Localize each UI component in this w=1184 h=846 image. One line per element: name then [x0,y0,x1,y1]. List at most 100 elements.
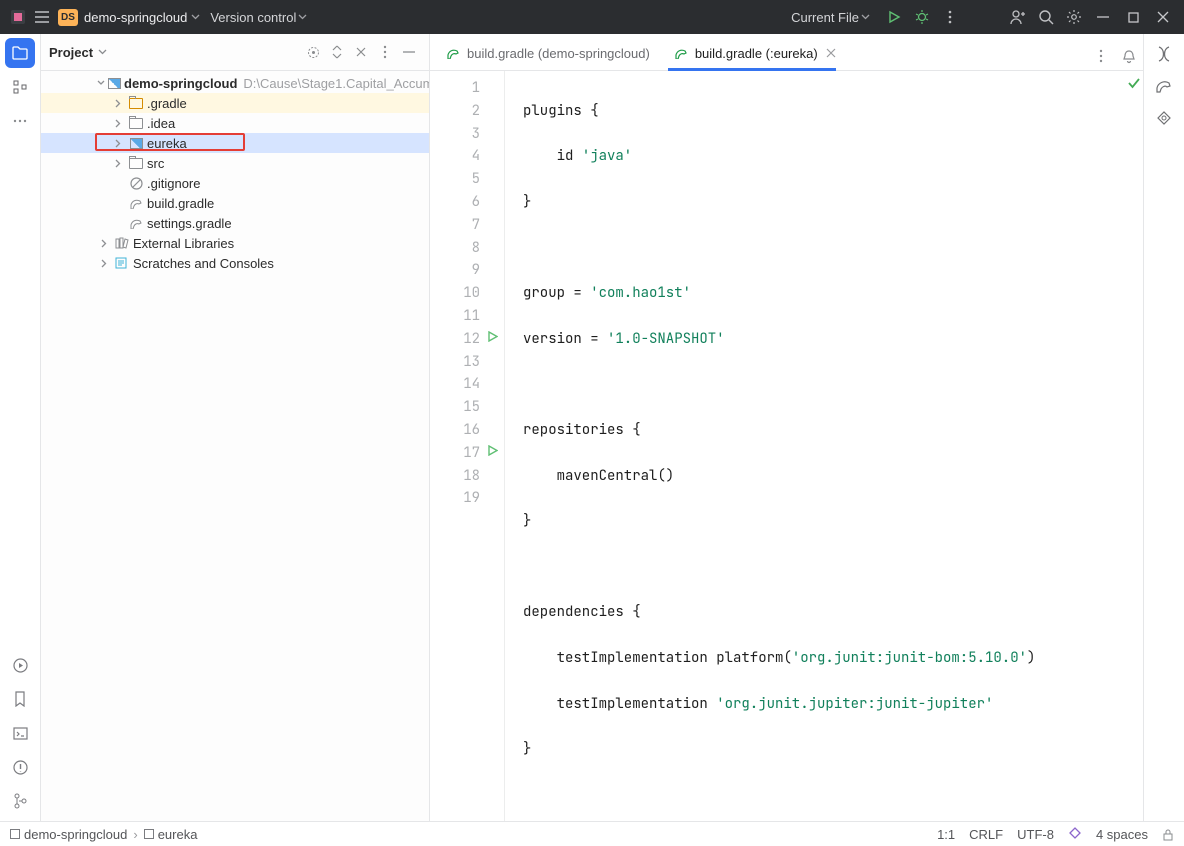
tab-label: build.gradle (:eureka) [695,46,818,61]
tree-item-gradle[interactable]: .gradle [41,93,429,113]
run-icon[interactable] [880,3,908,31]
minimize-icon[interactable] [1088,3,1118,31]
tree-item-eureka[interactable]: eureka [41,133,429,153]
chevron-right-icon: › [133,827,137,842]
run-gutter-icon[interactable] [488,445,498,456]
tree-label: .gradle [147,96,187,111]
run-tool-icon[interactable] [5,650,35,680]
code-content[interactable]: plugins { id 'java' } group = 'com.hao1s… [505,71,1125,846]
encoding[interactable]: UTF-8 [1017,827,1054,842]
more-icon[interactable] [936,3,964,31]
more-icon[interactable] [1087,42,1115,70]
tree-root[interactable]: demo-springcloud D:\Cause\Stage1.Capital… [41,73,429,93]
scratches-icon [114,257,130,270]
status-bar: demo-springcloud › eureka 1:1 CRLF UTF-8… [0,821,1184,846]
chevron-down-icon[interactable] [98,49,107,55]
search-icon[interactable] [1032,3,1060,31]
module-icon [10,829,20,839]
tree-item-build-gradle[interactable]: build.gradle [41,193,429,213]
run-gutter-icon[interactable] [488,331,498,342]
code-editor[interactable]: 1234567891011 12 13141516 17 1819 plugin… [430,71,1143,846]
tree-item-src[interactable]: src [41,153,429,173]
hide-icon[interactable] [397,40,421,64]
vcs-tool-icon[interactable] [5,786,35,816]
tree-label: demo-springcloud [124,76,237,91]
tab-build-gradle-root[interactable]: build.gradle (demo-springcloud) [434,36,662,70]
hamburger-icon[interactable] [32,7,52,27]
terminal-tool-icon[interactable] [5,718,35,748]
chevron-down-icon[interactable] [861,14,870,20]
collapse-icon[interactable] [349,40,373,64]
tree-item-settings-gradle[interactable]: settings.gradle [41,213,429,233]
sidebar-header: Project [41,34,429,71]
title-bar: DS demo-springcloud Version control Curr… [0,0,1184,34]
check-icon[interactable] [1127,77,1141,89]
locate-icon[interactable] [301,40,325,64]
close-tab-icon[interactable] [826,48,836,58]
tree-item-gitignore[interactable]: .gitignore [41,173,429,193]
tree-scratches[interactable]: Scratches and Consoles [41,253,429,273]
sidebar-title[interactable]: Project [49,45,93,60]
gear-icon[interactable] [1060,3,1088,31]
chevron-right-icon[interactable] [97,259,111,268]
bookmarks-tool-icon[interactable] [5,684,35,714]
ignore-file-icon [128,177,144,190]
indent[interactable]: 4 spaces [1096,827,1148,842]
run-target[interactable]: Current File [791,10,859,25]
plugin-tool-icon[interactable] [1150,104,1178,132]
tab-build-gradle-eureka[interactable]: build.gradle (:eureka) [662,36,842,70]
project-name[interactable]: demo-springcloud [84,10,187,25]
expand-all-icon[interactable] [325,40,349,64]
crumb[interactable]: demo-springcloud [24,827,127,842]
chevron-right-icon[interactable] [111,139,125,148]
crumb[interactable]: eureka [158,827,198,842]
chevron-right-icon[interactable] [111,119,125,128]
debug-icon[interactable] [908,3,936,31]
app-icon [8,7,28,27]
problems-tool-icon[interactable] [5,752,35,782]
tree-label: .gitignore [147,176,200,191]
chevron-down-icon[interactable] [97,79,105,87]
tree-label: eureka [147,136,187,151]
folder-icon [128,98,144,109]
tree-label: External Libraries [133,236,234,251]
tree-external-libs[interactable]: External Libraries [41,233,429,253]
chevron-down-icon[interactable] [191,14,200,20]
add-user-icon[interactable] [1004,3,1032,31]
structure-tool-icon[interactable] [5,72,35,102]
tree-label: Scratches and Consoles [133,256,274,271]
module-icon [144,829,154,839]
gradle-file-icon [446,47,461,59]
close-icon[interactable] [1148,3,1178,31]
chevron-down-icon[interactable] [298,14,307,20]
tree-item-idea[interactable]: .idea [41,113,429,133]
version-control[interactable]: Version control [210,10,296,25]
project-tool-icon[interactable] [5,38,35,68]
gradle-tool-icon[interactable] [1150,72,1178,100]
memory-icon[interactable] [1068,826,1082,843]
editor-marks [1125,71,1143,846]
folder-icon [128,158,144,169]
project-tree[interactable]: demo-springcloud D:\Cause\Stage1.Capital… [41,71,429,846]
notifications-icon[interactable] [1115,42,1143,70]
tab-label: build.gradle (demo-springcloud) [467,46,650,61]
chevron-right-icon[interactable] [111,99,125,108]
left-tool-rail [0,34,41,846]
libraries-icon [114,237,130,250]
chevron-right-icon[interactable] [97,239,111,248]
tree-path: D:\Cause\Stage1.Capital_Accumulation\2.B… [243,76,429,91]
ai-tool-icon[interactable] [1150,40,1178,68]
gradle-file-icon [128,197,144,210]
chevron-right-icon[interactable] [111,159,125,168]
more-icon[interactable] [373,40,397,64]
breadcrumb[interactable]: demo-springcloud › eureka [10,827,197,842]
lock-icon[interactable] [1162,828,1174,841]
maximize-icon[interactable] [1118,3,1148,31]
line-separator[interactable]: CRLF [969,827,1003,842]
gradle-file-icon [128,217,144,230]
cursor-position[interactable]: 1:1 [937,827,955,842]
editor-tabs: build.gradle (demo-springcloud) build.gr… [430,34,1143,71]
more-tool-icon[interactable] [5,106,35,136]
folder-icon [128,118,144,129]
tree-label: build.gradle [147,196,214,211]
